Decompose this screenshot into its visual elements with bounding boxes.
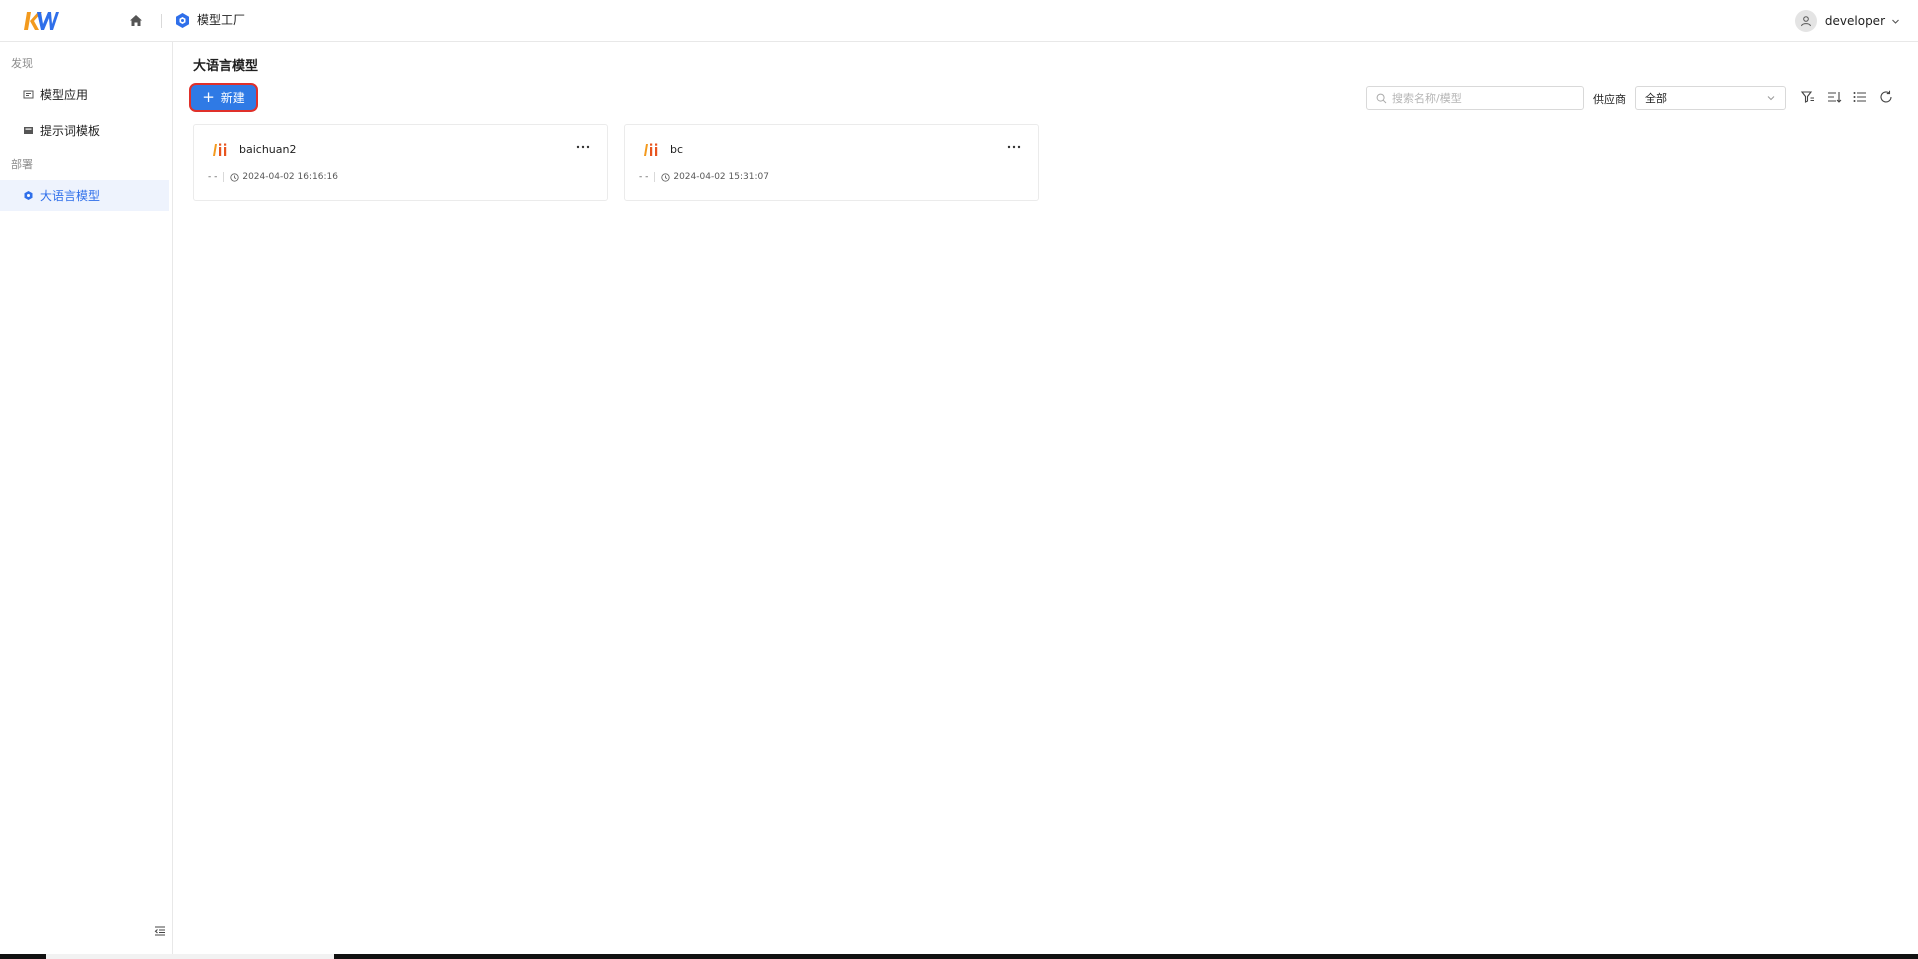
model-factory-icon [176,13,189,28]
page-title: 大语言模型 [193,59,259,74]
user-name: developer [1824,14,1885,28]
sort-icon[interactable] [1826,89,1842,105]
sidebar-item-llm[interactable]: 大语言模型 [0,180,169,211]
sidebar-item-model-apps[interactable]: 模型应用 [0,79,169,110]
card-meta: - - 2024-04-02 15:31:07 [639,172,769,182]
new-button[interactable]: + 新建 [191,85,256,110]
search-box[interactable] [1366,86,1584,110]
list-view-icon[interactable] [1852,89,1868,105]
model-timestamp: 2024-04-02 15:31:07 [673,172,769,182]
more-icon[interactable] [1004,139,1024,155]
meta-divider [223,172,225,182]
baichuan-logo-icon [644,143,658,156]
meta-divider [654,172,656,182]
model-card[interactable]: baichuan2 - - 2024-04-02 16:16:16 [193,124,608,201]
clock-icon [230,172,240,182]
vendor-select[interactable]: 全部 [1635,86,1786,110]
collapse-sidebar-icon[interactable] [153,924,167,938]
bottom-bar [0,954,1918,959]
card-meta: - - 2024-04-02 16:16:16 [208,172,338,182]
new-button-label: 新建 [220,91,245,105]
app-title: 模型工厂 [197,13,246,27]
user-menu[interactable]: developer [1794,9,1900,33]
bottom-bar-segment [46,954,334,959]
top-header: 模型工厂 developer [0,0,1918,42]
refresh-icon[interactable] [1878,89,1894,105]
model-name: bc [670,143,684,156]
model-description: - - [639,172,649,182]
chevron-down-icon [1892,19,1899,24]
sidebar-item-label: 大语言模型 [40,189,101,203]
model-card[interactable]: bc - - 2024-04-02 15:31:07 [624,124,1039,201]
chevron-down-icon [1767,96,1775,101]
kw-logo[interactable] [23,10,59,32]
model-description: - - [208,172,218,182]
sidebar-item-prompt-templates[interactable]: 提示词模板 [0,115,169,146]
search-input[interactable] [1392,91,1572,105]
model-timestamp: 2024-04-02 16:16:16 [242,172,338,182]
sidebar-item-label: 提示词模板 [40,124,101,138]
main-content: 大语言模型 + 新建 供应商 全部 [174,42,1918,954]
header-divider [161,14,162,28]
model-app-icon [21,88,35,102]
model-name: baichuan2 [239,143,297,156]
avatar [1794,10,1817,32]
sidebar-item-label: 模型应用 [40,88,89,102]
vendor-selected-value: 全部 [1645,92,1667,105]
home-icon[interactable] [127,12,145,30]
search-icon [1376,93,1387,103]
baichuan-logo-icon [213,143,227,156]
plus-icon: + [202,88,215,106]
more-icon[interactable] [573,139,593,155]
filter-icon[interactable] [1800,89,1816,105]
sidebar-group-discover: 发现 [11,57,33,70]
vendor-label: 供应商 [1593,93,1626,106]
sidebar: 发现 模型应用 提示词模板 部署 大语言模型 [0,42,173,954]
clock-icon [661,172,671,182]
user-icon [1800,16,1811,27]
sidebar-group-deploy: 部署 [11,158,33,171]
prompt-template-icon [21,124,35,138]
llm-icon [21,189,35,203]
